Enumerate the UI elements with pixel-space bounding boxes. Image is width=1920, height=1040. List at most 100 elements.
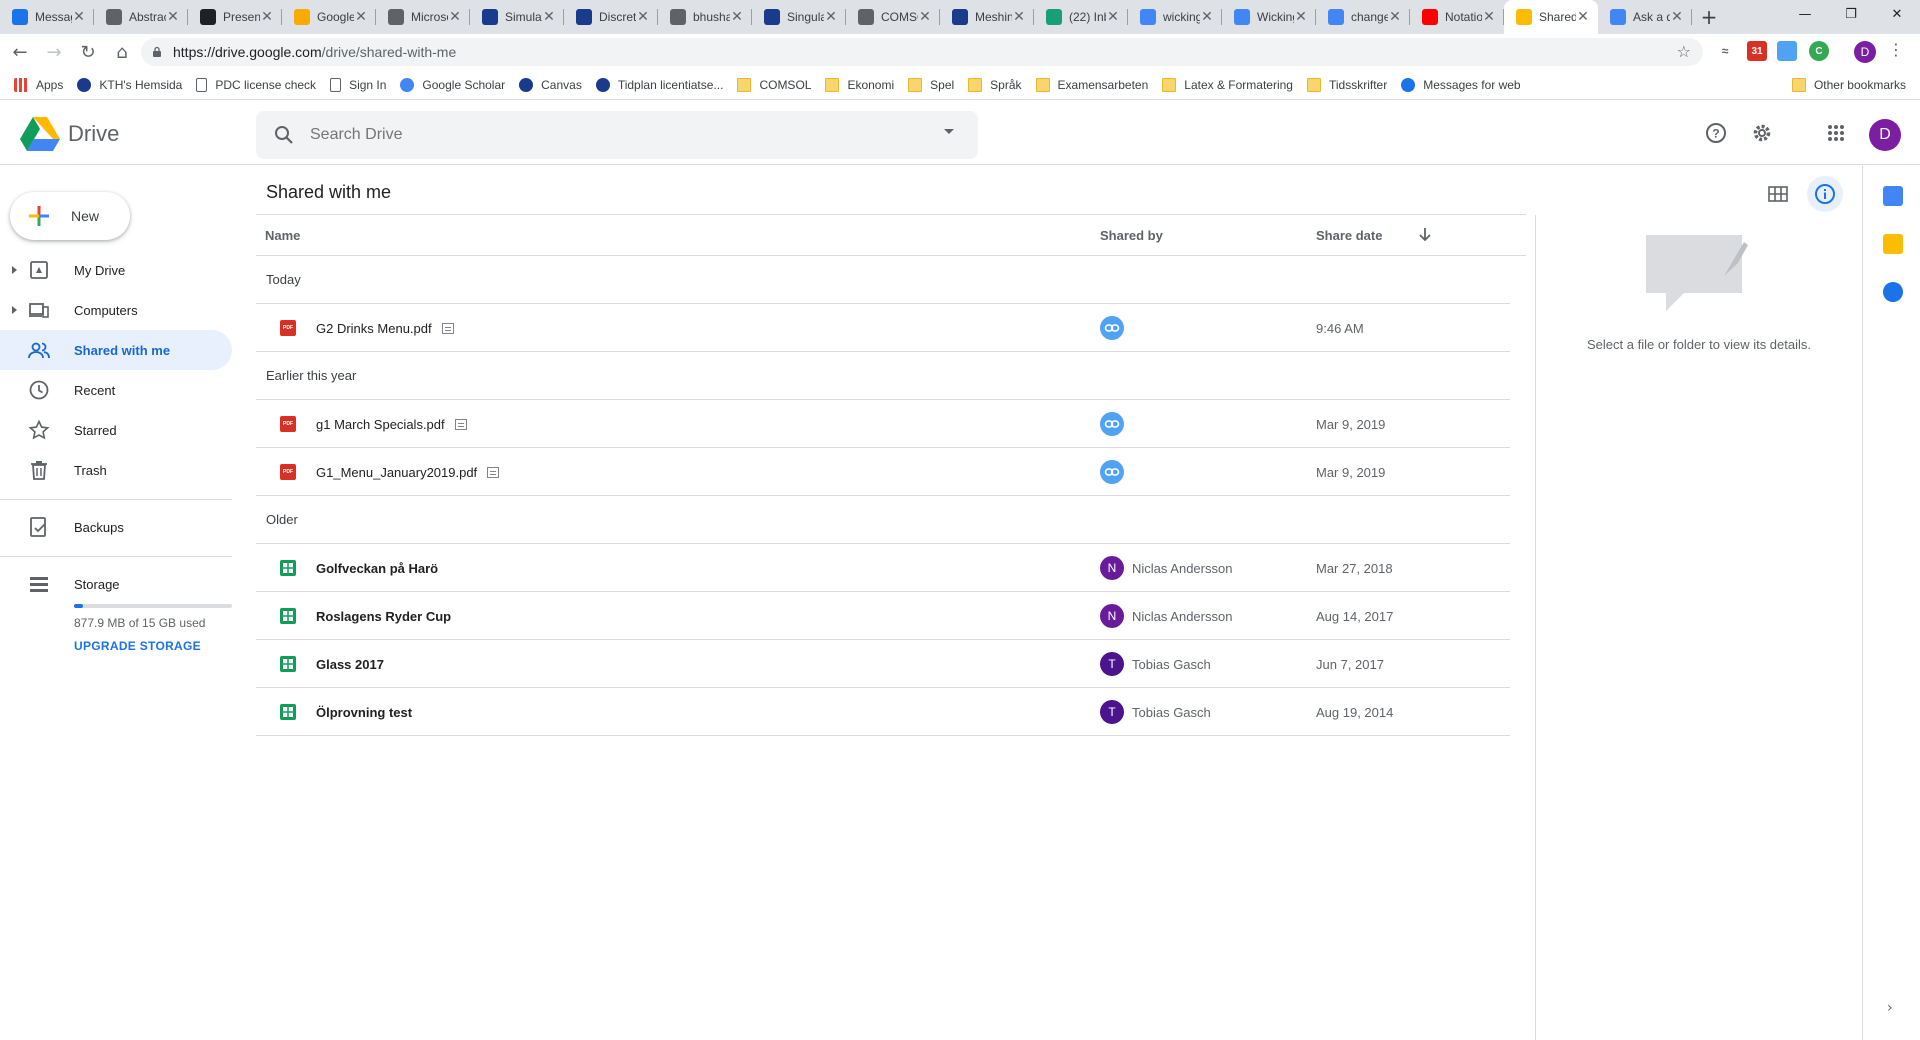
- tab-close-icon[interactable]: ✕: [1012, 9, 1026, 25]
- back-button[interactable]: ←: [6, 38, 34, 66]
- browser-tab[interactable]: Shared with me✕: [1504, 0, 1598, 34]
- bookmark-item[interactable]: PDC license check: [196, 77, 316, 92]
- expand-panel-chevron-icon[interactable]: ›: [1887, 1000, 1893, 1016]
- expand-caret-icon[interactable]: [12, 306, 17, 314]
- other-bookmarks[interactable]: Other bookmarks: [1791, 77, 1906, 92]
- browser-tab[interactable]: Presentations✕: [188, 0, 282, 34]
- sidebar-item-trash[interactable]: Trash: [0, 450, 232, 490]
- extension-icon-2[interactable]: 31: [1747, 41, 1767, 61]
- extension-icon-1[interactable]: ≈: [1715, 41, 1735, 61]
- keep-icon[interactable]: [1883, 234, 1903, 254]
- bookmark-star-icon[interactable]: ☆: [1677, 42, 1691, 61]
- bookmark-item[interactable]: Examensarbeten: [1035, 77, 1148, 92]
- bookmark-item[interactable]: KTH's Hemsida: [77, 77, 182, 92]
- table-row[interactable]: Roslagens Ryder Cup N Niclas Andersson Aug …: [256, 592, 1510, 640]
- browser-tab[interactable]: COMSOL✕: [846, 0, 940, 34]
- column-name[interactable]: Name: [265, 228, 300, 243]
- browser-tab[interactable]: Messages✕: [0, 0, 94, 34]
- table-row[interactable]: PDF G1_Menu_January2019.pdf Mar 9, 2019: [256, 448, 1510, 496]
- home-button[interactable]: ⌂: [108, 38, 136, 66]
- sidebar-item-storage[interactable]: Storage: [0, 564, 232, 604]
- tab-close-icon[interactable]: ✕: [1576, 9, 1590, 25]
- browser-tab[interactable]: Google Keep✕: [282, 0, 376, 34]
- expand-caret-icon[interactable]: [12, 266, 17, 274]
- browser-tab[interactable]: Microsoft✕: [376, 0, 470, 34]
- browser-tab[interactable]: bhushan✕: [658, 0, 752, 34]
- sort-descending-icon[interactable]: [1416, 225, 1434, 243]
- new-button[interactable]: New: [10, 192, 130, 240]
- bookmark-item[interactable]: Apps: [14, 77, 63, 92]
- browser-tab[interactable]: wicking ✕: [1128, 0, 1222, 34]
- forward-button[interactable]: →: [40, 38, 68, 66]
- upgrade-storage-link[interactable]: UPGRADE STORAGE: [74, 639, 201, 653]
- tab-close-icon[interactable]: ✕: [354, 9, 368, 25]
- restore-button[interactable]: ❐: [1828, 0, 1874, 28]
- browser-tab[interactable]: Simulation✕: [470, 0, 564, 34]
- browser-tab[interactable]: Meshing✕: [940, 0, 1034, 34]
- table-row[interactable]: PDF g1 March Specials.pdf Mar 9, 2019: [256, 400, 1510, 448]
- tab-close-icon[interactable]: ✕: [542, 9, 556, 25]
- bookmark-item[interactable]: Tidsskrifter: [1306, 77, 1387, 92]
- sidebar-item-computers[interactable]: Computers: [0, 290, 232, 330]
- bookmark-item[interactable]: Latex & Formatering: [1162, 77, 1293, 92]
- extension-icon-4[interactable]: C: [1809, 41, 1829, 61]
- browser-menu-icon[interactable]: ⋮: [1888, 40, 1904, 59]
- bookmark-item[interactable]: Tidplan licentiatse...: [595, 77, 723, 92]
- browser-profile-avatar[interactable]: D: [1854, 41, 1876, 63]
- tab-close-icon[interactable]: ✕: [1200, 9, 1214, 25]
- details-toggle-button[interactable]: [1807, 176, 1843, 212]
- search-input[interactable]: [310, 126, 910, 144]
- sidebar-item-shared-with-me[interactable]: Shared with me: [0, 330, 232, 370]
- address-bar[interactable]: https://drive.google.com/drive/shared-wi…: [141, 38, 1703, 66]
- bookmark-item[interactable]: Språk: [968, 77, 1022, 92]
- bookmark-item[interactable]: Messages for web: [1401, 77, 1521, 92]
- apps-grid-icon[interactable]: [1824, 121, 1848, 145]
- drive-logo-icon[interactable]: [20, 117, 60, 151]
- account-avatar[interactable]: D: [1869, 119, 1901, 151]
- tab-close-icon[interactable]: ✕: [824, 9, 838, 25]
- column-share-date[interactable]: Share date: [1316, 228, 1382, 243]
- search-icon[interactable]: [272, 123, 296, 147]
- bookmark-item[interactable]: Spel: [908, 77, 954, 92]
- tasks-icon[interactable]: [1883, 282, 1903, 302]
- extension-icon-3[interactable]: [1777, 41, 1797, 61]
- browser-tab[interactable]: Discrete✕: [564, 0, 658, 34]
- settings-gear-icon[interactable]: [1750, 121, 1774, 145]
- table-row[interactable]: PDF G2 Drinks Menu.pdf 9:46 AM: [256, 304, 1510, 352]
- tab-close-icon[interactable]: ✕: [730, 9, 744, 25]
- tab-close-icon[interactable]: ✕: [918, 9, 932, 25]
- browser-tab[interactable]: (22) Inbox✕: [1034, 0, 1128, 34]
- search-box[interactable]: [256, 111, 978, 159]
- browser-tab[interactable]: Ask a question✕: [1598, 0, 1692, 34]
- sidebar-item-backups[interactable]: Backups: [0, 507, 232, 547]
- browser-tab[interactable]: Singular✕: [752, 0, 846, 34]
- column-shared-by[interactable]: Shared by: [1100, 228, 1163, 243]
- table-row[interactable]: Ölprovning test T Tobias Gasch Aug 19, 2014: [256, 688, 1510, 736]
- tab-close-icon[interactable]: ✕: [166, 9, 180, 25]
- close-window-button[interactable]: ✕: [1874, 0, 1920, 28]
- calendar-icon[interactable]: [1883, 186, 1903, 206]
- table-row[interactable]: Glass 2017 T Tobias Gasch Jun 7, 2017: [256, 640, 1510, 688]
- new-tab-button[interactable]: +: [1692, 0, 1726, 34]
- tab-close-icon[interactable]: ✕: [1482, 9, 1496, 25]
- reload-button[interactable]: ↻: [74, 38, 102, 66]
- tab-close-icon[interactable]: ✕: [1388, 9, 1402, 25]
- browser-tab[interactable]: change ✕: [1316, 0, 1410, 34]
- minimize-button[interactable]: —: [1782, 0, 1828, 28]
- tab-close-icon[interactable]: ✕: [1106, 9, 1120, 25]
- bookmark-item[interactable]: Sign In: [330, 77, 386, 92]
- bookmark-item[interactable]: Canvas: [519, 77, 582, 92]
- tab-close-icon[interactable]: ✕: [636, 9, 650, 25]
- bookmark-item[interactable]: COMSOL: [737, 77, 811, 92]
- browser-tab[interactable]: Abstract✕: [94, 0, 188, 34]
- table-row[interactable]: Golfveckan på Harö N Niclas Andersson Mar 2…: [256, 544, 1510, 592]
- search-options-icon[interactable]: [944, 129, 954, 134]
- bookmark-item[interactable]: Ekonomi: [825, 77, 894, 92]
- tab-close-icon[interactable]: ✕: [260, 9, 274, 25]
- sidebar-item-recent[interactable]: Recent: [0, 370, 232, 410]
- sidebar-item-my-drive[interactable]: My Drive: [0, 250, 232, 290]
- tab-close-icon[interactable]: ✕: [448, 9, 462, 25]
- browser-tab[interactable]: Notation✕: [1410, 0, 1504, 34]
- sidebar-item-starred[interactable]: Starred: [0, 410, 232, 450]
- grid-view-button[interactable]: [1760, 176, 1796, 212]
